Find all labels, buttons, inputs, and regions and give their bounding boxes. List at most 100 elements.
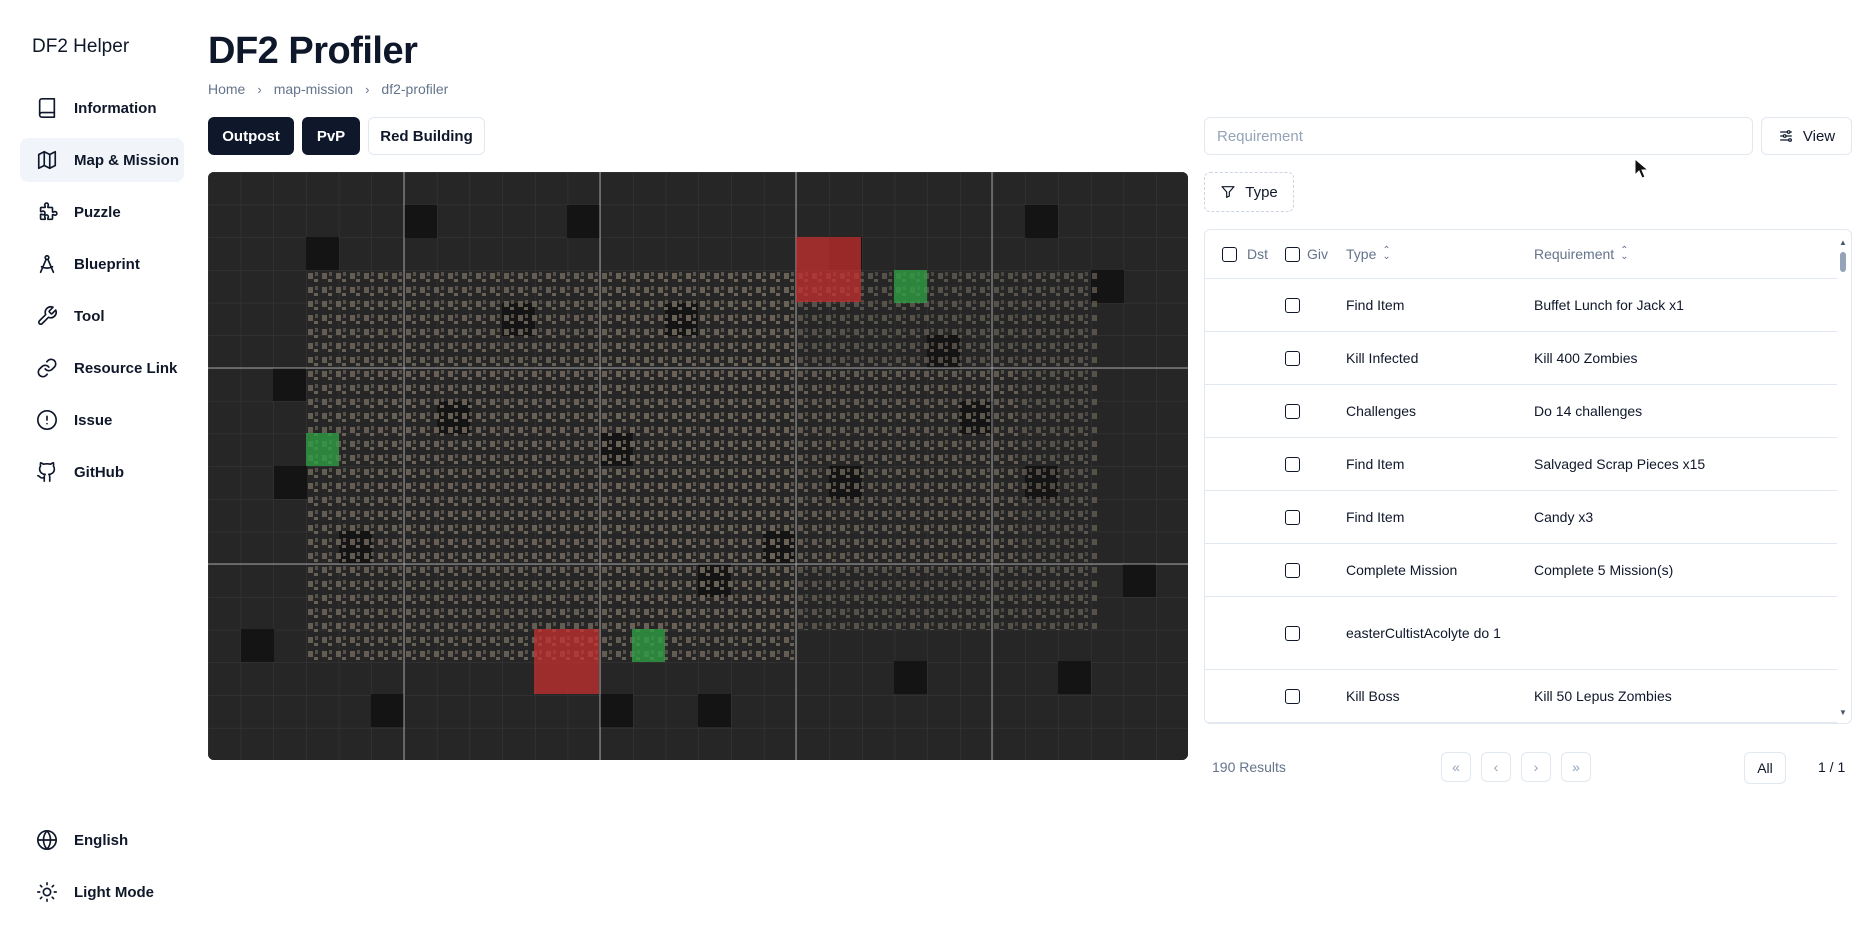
language-switch[interactable]: English — [20, 818, 184, 862]
giv-checkbox[interactable] — [1285, 625, 1300, 641]
table-row[interactable]: Complete Mission Complete 5 Mission(s) — [1205, 544, 1837, 597]
requirement-header-label: Requirement — [1534, 246, 1615, 262]
giv-header: Giv — [1285, 230, 1328, 278]
breadcrumb-map-mission[interactable]: map-mission — [274, 81, 353, 97]
chevron-left-icon: ‹ — [1493, 759, 1499, 775]
green-zone[interactable] — [894, 270, 927, 303]
row-type: Kill Infected — [1346, 350, 1419, 366]
next-page-button[interactable]: › — [1521, 752, 1551, 782]
compass-icon — [36, 253, 58, 275]
theme-toggle[interactable]: Light Mode — [20, 870, 184, 914]
results-count: 190 Results — [1212, 759, 1286, 775]
map-grid — [208, 172, 1188, 760]
page-indicator: 1 / 1 — [1818, 759, 1846, 775]
giv-checkbox[interactable] — [1285, 456, 1300, 472]
sidebar-item-label: Map & Mission — [74, 151, 180, 169]
sun-icon — [36, 881, 58, 903]
sidebar-item-information[interactable]: Information — [20, 86, 184, 130]
giv-checkbox[interactable] — [1285, 297, 1300, 313]
sidebar-item-tool[interactable]: Tool — [20, 294, 184, 338]
requirement-search-input[interactable] — [1204, 117, 1753, 155]
sidebar-item-label: Issue — [74, 411, 113, 429]
theme-label: Light Mode — [74, 883, 154, 901]
row-type: Find Item — [1346, 297, 1405, 313]
row-type: Find Item — [1346, 509, 1405, 525]
view-button[interactable]: View — [1761, 117, 1852, 155]
github-icon — [36, 461, 58, 483]
sidebar-item-issue[interactable]: Issue — [20, 398, 184, 442]
chevron-right-icon: › — [257, 81, 262, 97]
table-row[interactable]: Kill Infected Kill 400 Zombies — [1205, 332, 1837, 385]
chevrons-right-icon: » — [1572, 759, 1580, 775]
row-type: easterCultistAcolyte do 1 — [1346, 624, 1501, 641]
red-zone[interactable] — [796, 237, 861, 302]
map-canvas[interactable] — [208, 172, 1188, 760]
view-button-label: View — [1802, 127, 1836, 145]
type-filter-button[interactable]: Type — [1204, 172, 1294, 212]
giv-checkbox[interactable] — [1285, 509, 1300, 525]
sidebar-item-map-mission[interactable]: Map & Mission — [20, 138, 184, 182]
table-row[interactable]: Kill Boss Kill 50 Lepus Zombies — [1205, 670, 1837, 723]
page-size-select[interactable]: All — [1744, 752, 1786, 784]
table-row[interactable]: Find Item Buffet Lunch for Jack x1 — [1205, 279, 1837, 332]
giv-checkbox[interactable] — [1285, 562, 1300, 578]
sidebar-item-label: Puzzle — [74, 203, 121, 221]
red-building-toggle[interactable]: Red Building — [368, 117, 485, 155]
type-filter-label: Type — [1245, 183, 1278, 201]
puzzle-icon — [36, 201, 58, 223]
book-icon — [36, 97, 58, 119]
sidebar-item-label: Information — [74, 99, 157, 117]
sidebar-item-resource-link[interactable]: Resource Link — [20, 346, 184, 390]
sort-icon: ⌃ ⌄ — [1620, 245, 1629, 262]
giv-header-label: Giv — [1307, 246, 1328, 262]
table-row[interactable]: easterCultistAcolyte do 1 — [1205, 597, 1837, 670]
sort-icon: ⌃ ⌄ — [1382, 245, 1391, 262]
green-zone[interactable] — [306, 433, 339, 466]
chevrons-left-icon: « — [1452, 759, 1460, 775]
first-page-button[interactable]: « — [1441, 752, 1471, 782]
row-requirement: Buffet Lunch for Jack x1 — [1534, 297, 1684, 313]
wrench-icon — [36, 305, 58, 327]
row-type: Complete Mission — [1346, 562, 1458, 578]
giv-checkbox[interactable] — [1285, 350, 1300, 366]
globe-icon — [36, 829, 58, 851]
row-type: Kill Boss — [1346, 688, 1400, 704]
language-label: English — [74, 831, 129, 849]
table-row[interactable]: Find Item Salvaged Scrap Pieces x15 — [1205, 438, 1837, 491]
sidebar-item-puzzle[interactable]: Puzzle — [20, 190, 184, 234]
table-row[interactable]: Find Item Candy x3 — [1205, 491, 1837, 544]
green-zone[interactable] — [632, 629, 665, 662]
outpost-toggle[interactable]: Outpost — [208, 117, 294, 155]
alert-circle-icon — [36, 409, 58, 431]
scroll-down-icon[interactable]: ▼ — [1839, 708, 1847, 717]
sidebar-item-label: GitHub — [74, 463, 124, 481]
table-scrollbar[interactable]: ▲ ▼ — [1835, 230, 1851, 723]
last-page-button[interactable]: » — [1561, 752, 1591, 782]
breadcrumb-current[interactable]: df2-profiler — [381, 81, 448, 97]
giv-checkbox[interactable] — [1285, 403, 1300, 419]
sidebar: DF2 Helper Information Map & Mission Puz… — [0, 0, 200, 932]
giv-checkbox[interactable] — [1285, 688, 1300, 704]
scroll-up-icon[interactable]: ▲ — [1839, 238, 1847, 247]
row-requirement: Kill 50 Lepus Zombies — [1534, 688, 1672, 704]
table-row[interactable]: Challenges Do 14 challenges — [1205, 385, 1837, 438]
row-type: Find Item — [1346, 456, 1405, 472]
type-sort-header[interactable]: Type ⌃ ⌄ — [1346, 230, 1391, 278]
prev-page-button[interactable]: ‹ — [1481, 752, 1511, 782]
breadcrumb-home[interactable]: Home — [208, 81, 245, 97]
sidebar-item-label: Blueprint — [74, 255, 140, 273]
select-all-giv-checkbox[interactable] — [1285, 246, 1300, 262]
red-zone[interactable] — [534, 629, 599, 694]
sidebar-item-github[interactable]: GitHub — [20, 450, 184, 494]
sidebar-item-blueprint[interactable]: Blueprint — [20, 242, 184, 286]
select-all-dst-checkbox[interactable] — [1222, 246, 1237, 262]
app-brand[interactable]: DF2 Helper — [32, 36, 129, 58]
pvp-toggle[interactable]: PvP — [302, 117, 360, 155]
page-title: DF2 Profiler — [208, 30, 418, 72]
requirement-sort-header[interactable]: Requirement ⌃ ⌄ — [1534, 230, 1629, 278]
scroll-thumb[interactable] — [1840, 252, 1846, 272]
row-requirement: Salvaged Scrap Pieces x15 — [1534, 456, 1706, 472]
row-requirement: Kill 400 Zombies — [1534, 350, 1638, 366]
map-icon — [36, 149, 58, 171]
breadcrumb: Home › map-mission › df2-profiler — [208, 81, 448, 97]
